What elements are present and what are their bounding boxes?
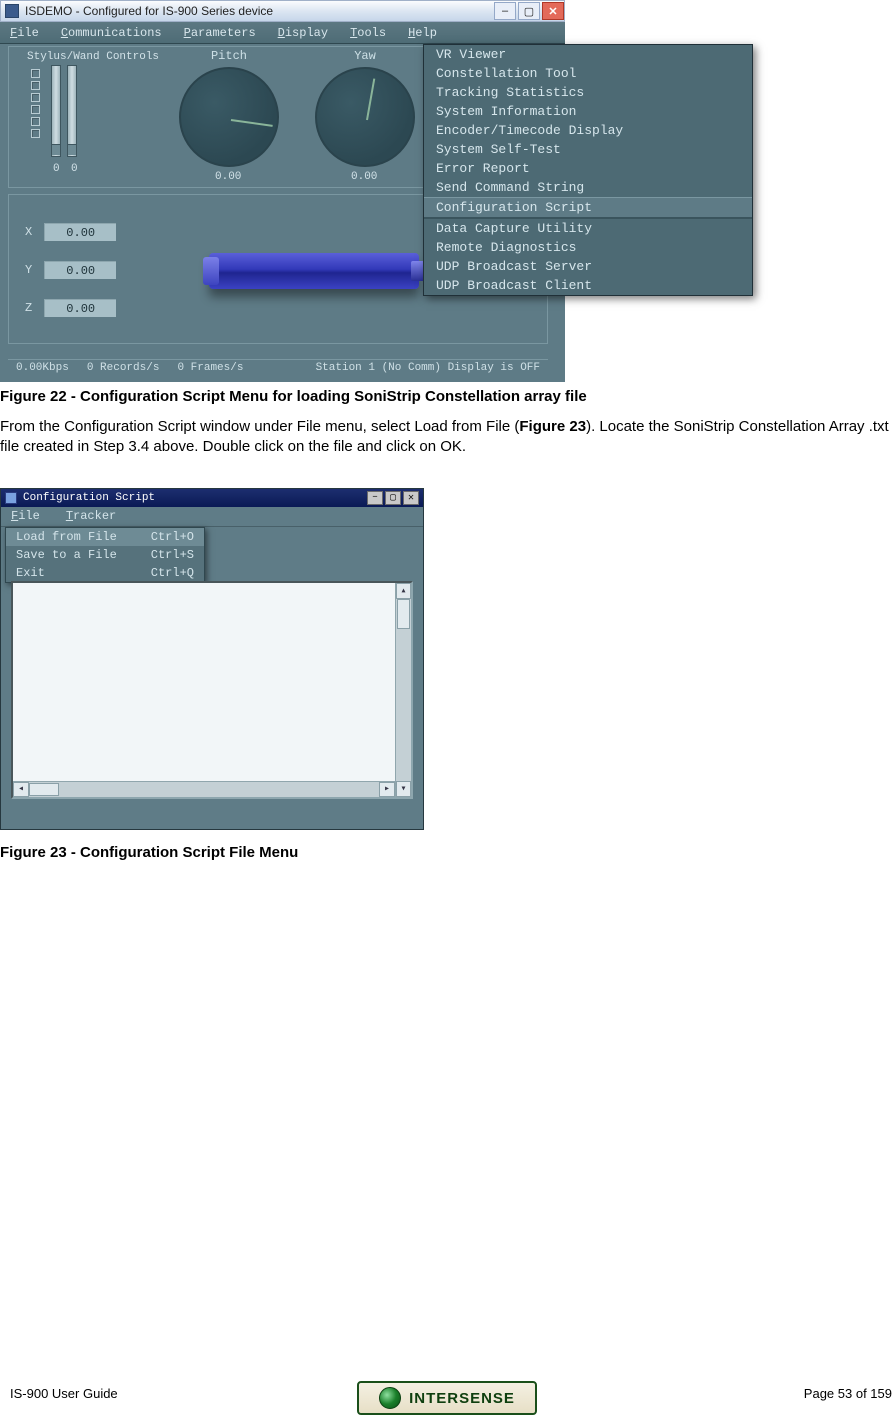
tools-item-encoder-timecode[interactable]: Encoder/Timecode Display xyxy=(424,121,752,140)
yaw-label: Yaw xyxy=(315,49,415,63)
minimize-button[interactable]: – xyxy=(494,2,516,20)
menu-tools[interactable]: Tools xyxy=(350,26,386,40)
tools-item-self-test[interactable]: System Self-Test xyxy=(424,140,752,159)
close-button[interactable]: ✕ xyxy=(542,2,564,20)
cs-titlebar[interactable]: Configuration Script – ▢ ✕ xyxy=(1,489,423,507)
tools-item-udp-server[interactable]: UDP Broadcast Server xyxy=(424,257,752,276)
tools-item-send-command[interactable]: Send Command String xyxy=(424,178,752,197)
status-records: 0 Records/s xyxy=(87,362,160,374)
figure-23-caption: Figure 23 - Configuration Script File Me… xyxy=(0,844,894,861)
cs-menu-file[interactable]: File xyxy=(11,509,40,523)
tools-item-vr-viewer[interactable]: VR Viewer xyxy=(424,45,752,64)
tools-item-udp-client[interactable]: UDP Broadcast Client xyxy=(424,276,752,295)
paragraph-1: From the Configuration Script window und… xyxy=(0,417,894,458)
config-script-window: Configuration Script – ▢ ✕ File Tracker … xyxy=(0,488,424,830)
x-label: X xyxy=(25,225,32,239)
footer-right: Page 53 of 159 xyxy=(804,1386,892,1401)
stylus-cb-6[interactable] xyxy=(31,129,40,138)
pitch-label: Pitch xyxy=(179,49,279,63)
y-label: Y xyxy=(25,263,32,277)
slider-val-2: 0 xyxy=(71,163,78,175)
status-station: Station 1 (No Comm) Display is OFF xyxy=(316,362,540,374)
app-icon xyxy=(5,4,19,18)
cs-menu-bar: File Tracker xyxy=(1,507,423,527)
window-title: ISDEMO - Configured for IS-900 Series de… xyxy=(25,4,273,18)
stylus-slider-1[interactable] xyxy=(51,65,61,157)
stylus-cb-4[interactable] xyxy=(31,105,40,114)
tracker-3d-model xyxy=(209,253,419,289)
cs-maximize-button[interactable]: ▢ xyxy=(385,491,401,505)
maximize-button[interactable]: ▢ xyxy=(518,2,540,20)
titlebar[interactable]: ISDEMO - Configured for IS-900 Series de… xyxy=(0,0,565,22)
isdemo-window: ISDEMO - Configured for IS-900 Series de… xyxy=(0,0,565,382)
cs-hscroll-right-button[interactable]: ▸ xyxy=(379,782,395,797)
menu-display[interactable]: Display xyxy=(278,26,328,40)
pitch-dial xyxy=(179,67,279,167)
z-label: Z xyxy=(25,301,32,315)
status-bar: 0.00Kbps 0 Records/s 0 Frames/s Station … xyxy=(8,359,548,376)
tools-item-configuration-script[interactable]: Configuration Script xyxy=(424,197,752,218)
cs-title: Configuration Script xyxy=(23,492,155,504)
tools-item-tracking-statistics[interactable]: Tracking Statistics xyxy=(424,83,752,102)
cs-file-load[interactable]: Load from File Ctrl+O xyxy=(6,528,204,546)
menu-parameters[interactable]: Parameters xyxy=(184,26,256,40)
yaw-dial xyxy=(315,67,415,167)
cs-vscroll-up-button[interactable]: ▴ xyxy=(396,583,411,599)
tools-item-data-capture[interactable]: Data Capture Utility xyxy=(424,218,752,238)
cs-app-icon xyxy=(5,492,17,504)
slider-val-1: 0 xyxy=(53,163,60,175)
cs-vscroll-down-button[interactable]: ▾ xyxy=(396,781,411,797)
footer-left: IS-900 User Guide xyxy=(10,1386,118,1401)
stylus-cb-3[interactable] xyxy=(31,93,40,102)
y-value: 0.00 xyxy=(44,261,116,279)
cs-vscroll-thumb[interactable] xyxy=(397,599,410,629)
menu-help[interactable]: Help xyxy=(408,26,437,40)
intersense-logo: INTERSENSE xyxy=(357,1381,537,1415)
cs-vscrollbar[interactable]: ▴ ▾ xyxy=(395,583,411,797)
stylus-cb-2[interactable] xyxy=(31,81,40,90)
cs-menu-tracker[interactable]: Tracker xyxy=(66,509,116,523)
menu-communications[interactable]: Communications xyxy=(61,26,162,40)
tools-item-remote-diagnostics[interactable]: Remote Diagnostics xyxy=(424,238,752,257)
cs-hscroll-left-button[interactable]: ◂ xyxy=(13,782,29,797)
tools-item-error-report[interactable]: Error Report xyxy=(424,159,752,178)
cs-file-exit[interactable]: Exit Ctrl+Q xyxy=(6,564,204,582)
stylus-checkboxes xyxy=(31,69,40,138)
menu-file[interactable]: File xyxy=(10,26,39,40)
tools-item-constellation-tool[interactable]: Constellation Tool xyxy=(424,64,752,83)
status-kbps: 0.00Kbps xyxy=(16,362,69,374)
stylus-slider-2[interactable] xyxy=(67,65,77,157)
menu-bar: File Communications Parameters Display T… xyxy=(0,22,565,44)
cs-minimize-button[interactable]: – xyxy=(367,491,383,505)
cs-hscrollbar[interactable]: ◂ ▸ xyxy=(13,781,395,797)
stylus-cb-1[interactable] xyxy=(31,69,40,78)
x-value: 0.00 xyxy=(44,223,116,241)
logo-text: INTERSENSE xyxy=(409,1390,515,1407)
tools-item-system-information[interactable]: System Information xyxy=(424,102,752,121)
logo-orb-icon xyxy=(379,1387,401,1409)
yaw-value: 0.00 xyxy=(351,171,377,183)
tools-dropdown: VR Viewer Constellation Tool Tracking St… xyxy=(423,44,753,296)
figure-22-caption: Figure 22 - Configuration Script Menu fo… xyxy=(0,388,894,405)
status-frames: 0 Frames/s xyxy=(177,362,243,374)
stylus-label: Stylus/Wand Controls xyxy=(27,51,159,63)
cs-close-button[interactable]: ✕ xyxy=(403,491,419,505)
cs-file-save[interactable]: Save to a File Ctrl+S xyxy=(6,546,204,564)
cs-hscroll-thumb[interactable] xyxy=(29,783,59,796)
pitch-value: 0.00 xyxy=(215,171,241,183)
cs-textarea[interactable]: ▴ ▾ ◂ ▸ xyxy=(11,581,413,799)
stylus-cb-5[interactable] xyxy=(31,117,40,126)
cs-file-dropdown: Load from File Ctrl+O Save to a File Ctr… xyxy=(5,527,205,583)
z-value: 0.00 xyxy=(44,299,116,317)
